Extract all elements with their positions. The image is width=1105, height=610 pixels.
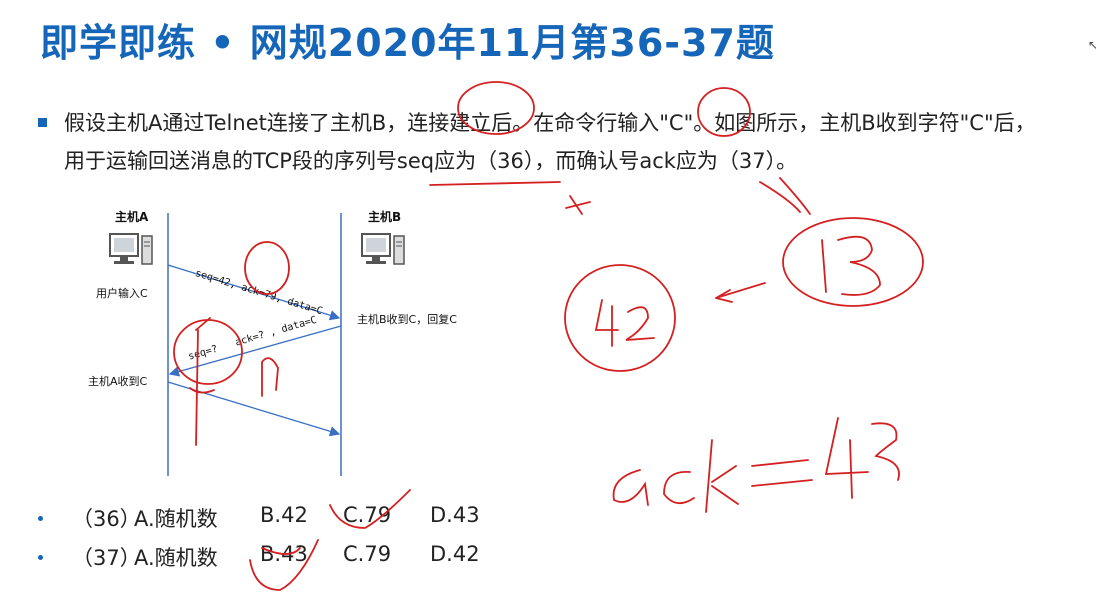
bullet-dot-icon	[38, 516, 43, 521]
host-b-label: 主机B	[368, 210, 402, 224]
computer-icon	[109, 233, 153, 265]
option-c: C.79	[343, 503, 392, 527]
option-a: A.随机数	[134, 546, 218, 570]
question-number: （37）	[72, 546, 141, 570]
host-a-label: 主机A	[115, 210, 149, 224]
option-d: D.43	[430, 503, 480, 527]
option-b: B.43	[260, 542, 308, 566]
bullet-dot-icon	[38, 555, 43, 560]
message-arrow-3	[167, 381, 341, 437]
computer-icon	[361, 233, 405, 265]
option-c: C.79	[343, 542, 392, 566]
option-a: A.随机数	[134, 507, 218, 531]
question-number: （36）	[72, 507, 141, 531]
host-a-event-2: 主机A收到C	[88, 375, 148, 388]
host-b-event: 主机B收到C，回复C	[357, 313, 457, 326]
host-a-event-1: 用户输入C	[96, 287, 148, 300]
option-b: B.42	[260, 503, 308, 527]
option-d: D.42	[430, 542, 480, 566]
